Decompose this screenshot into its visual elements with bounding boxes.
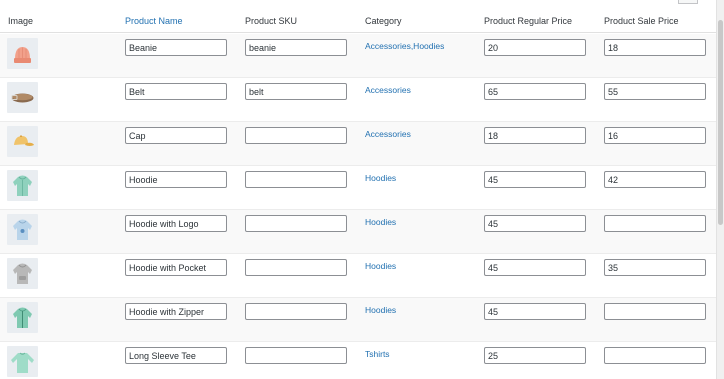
table-row: Hoodies: [0, 210, 716, 254]
long-sleeve-tee-thumbnail[interactable]: [7, 346, 38, 377]
sale-price-input[interactable]: [604, 39, 706, 56]
product-name-input[interactable]: [125, 215, 227, 232]
category-link[interactable]: Accessories: [365, 85, 411, 95]
hoodie-logo-icon: [13, 219, 32, 240]
product-name-input[interactable]: [125, 347, 227, 364]
product-name-input[interactable]: [125, 259, 227, 276]
vertical-scrollbar[interactable]: [716, 0, 724, 379]
product-sku-input[interactable]: [245, 215, 347, 232]
hoodie-pocket-icon: [13, 263, 32, 284]
product-name-input[interactable]: [125, 303, 227, 320]
regular-price-input[interactable]: [484, 215, 586, 232]
category-link[interactable]: Hoodies: [365, 217, 396, 227]
regular-price-input[interactable]: [484, 259, 586, 276]
regular-price-input[interactable]: [484, 303, 586, 320]
column-header-sale-price: Product Sale Price: [604, 16, 679, 26]
beanie-icon: [14, 47, 31, 63]
product-sku-input[interactable]: [245, 303, 347, 320]
product-sku-input[interactable]: [245, 259, 347, 276]
table-header: Image Product Name Product SKU Category …: [0, 0, 716, 33]
product-sku-input[interactable]: [245, 171, 347, 188]
table-row: Accessories: [0, 78, 716, 122]
table-row: Accessories: [0, 122, 716, 166]
category-link[interactable]: Hoodies: [365, 305, 396, 315]
column-header-name[interactable]: Product Name: [125, 16, 183, 26]
long-sleeve-tee-icon: [11, 352, 34, 373]
hoodie-pocket-thumbnail[interactable]: [7, 258, 38, 289]
category-link[interactable]: Hoodies: [365, 173, 396, 183]
product-name-input[interactable]: [125, 127, 227, 144]
category-link[interactable]: Accessories: [365, 129, 411, 139]
cap-icon: [14, 135, 34, 146]
sale-price-input[interactable]: [604, 347, 706, 364]
category-link[interactable]: Hoodies: [365, 261, 396, 271]
regular-price-input[interactable]: [484, 171, 586, 188]
sale-price-input[interactable]: [604, 259, 706, 276]
category-link[interactable]: Accessories,Hoodies: [365, 41, 444, 51]
regular-price-input[interactable]: [484, 83, 586, 100]
top-corner-tab: [678, 0, 698, 4]
hoodie-zipper-thumbnail[interactable]: [7, 302, 38, 333]
regular-price-input[interactable]: [484, 347, 586, 364]
column-header-image: Image: [8, 16, 34, 26]
table-row: Accessories,Hoodies: [0, 34, 716, 78]
sale-price-input[interactable]: [604, 303, 706, 320]
sale-price-input[interactable]: [604, 215, 706, 232]
scrollbar-thumb[interactable]: [718, 20, 723, 225]
hoodie-zipper-icon: [13, 307, 32, 328]
column-header-regular-price: Product Regular Price: [484, 16, 573, 26]
category-link[interactable]: Tshirts: [365, 349, 390, 359]
product-name-input[interactable]: [125, 83, 227, 100]
product-sku-input[interactable]: [245, 347, 347, 364]
column-header-category: Category: [365, 16, 402, 26]
hoodie-thumbnail[interactable]: [7, 170, 38, 201]
product-sku-input[interactable]: [245, 39, 347, 56]
sale-price-input[interactable]: [604, 83, 706, 100]
sale-price-input[interactable]: [604, 127, 706, 144]
products-table: Image Product Name Product SKU Category …: [0, 0, 716, 379]
product-name-input[interactable]: [125, 39, 227, 56]
regular-price-input[interactable]: [484, 127, 586, 144]
hoodie-icon: [13, 175, 32, 196]
product-name-input[interactable]: [125, 171, 227, 188]
regular-price-input[interactable]: [484, 39, 586, 56]
belt-icon: [11, 93, 34, 103]
sale-price-input[interactable]: [604, 171, 706, 188]
beanie-thumbnail[interactable]: [7, 38, 38, 69]
belt-thumbnail[interactable]: [7, 82, 38, 113]
product-sku-input[interactable]: [245, 83, 347, 100]
table-row: Hoodies: [0, 254, 716, 298]
column-header-sku: Product SKU: [245, 16, 298, 26]
table-row: Hoodies: [0, 166, 716, 210]
hoodie-logo-thumbnail[interactable]: [7, 214, 38, 245]
table-row: Tshirts: [0, 342, 716, 379]
table-row: Hoodies: [0, 298, 716, 342]
product-sku-input[interactable]: [245, 127, 347, 144]
cap-thumbnail[interactable]: [7, 126, 38, 157]
